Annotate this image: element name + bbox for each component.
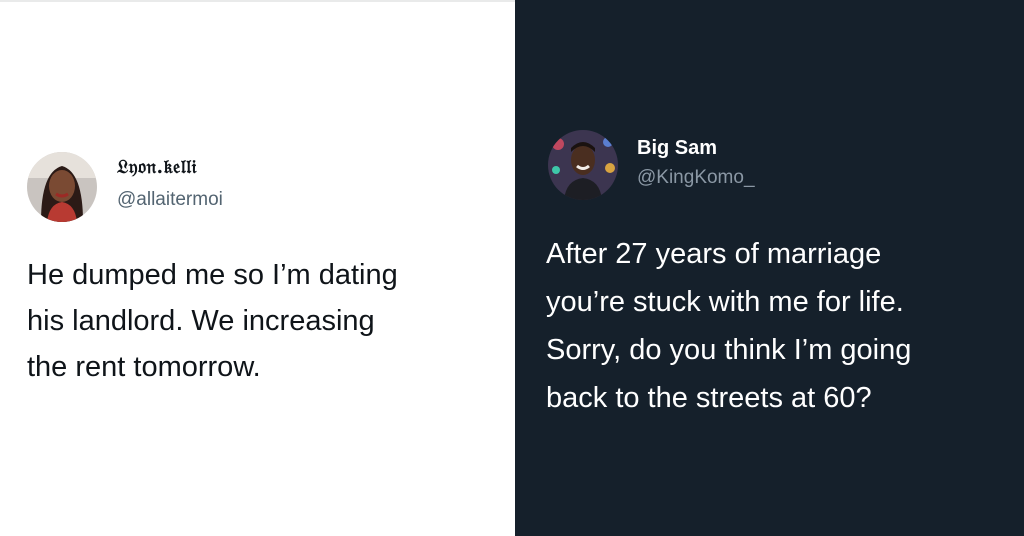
- display-name[interactable]: 𝔏𝔶𝔬𝔫.𝔨𝔢𝔩𝔩𝔦: [117, 156, 197, 178]
- tweet-card-light: 𝔏𝔶𝔬𝔫.𝔨𝔢𝔩𝔩𝔦 @allaitermoi He dumped me so …: [0, 0, 515, 536]
- tweet-text-line: After 27 years of marriage: [546, 238, 882, 270]
- user-handle[interactable]: @KingKomo_: [637, 167, 755, 189]
- avatar[interactable]: [548, 130, 618, 200]
- user-handle[interactable]: @allaitermoi: [117, 189, 223, 211]
- tweet-text: He dumped me so I’m dating his landlord.…: [27, 252, 398, 390]
- divider: [0, 0, 515, 2]
- tweet-text-line: He dumped me so I’m dating: [27, 259, 398, 291]
- tweet-text-line: his landlord. We increasing: [27, 305, 375, 337]
- tweet-text: After 27 years of marriage you’re stuck …: [546, 230, 911, 422]
- tweet-text-line: you’re stuck with me for life.: [546, 286, 904, 318]
- display-name[interactable]: Big Sam: [637, 137, 717, 160]
- tweet-text-line: Sorry, do you think I’m going: [546, 334, 912, 366]
- tweet-text-line: the rent tomorrow.: [27, 351, 261, 383]
- tweet-card-dark: Big Sam @KingKomo_ After 27 years of mar…: [515, 0, 1024, 536]
- avatar[interactable]: [27, 152, 97, 222]
- tweet-text-line: back to the streets at 60?: [546, 382, 872, 414]
